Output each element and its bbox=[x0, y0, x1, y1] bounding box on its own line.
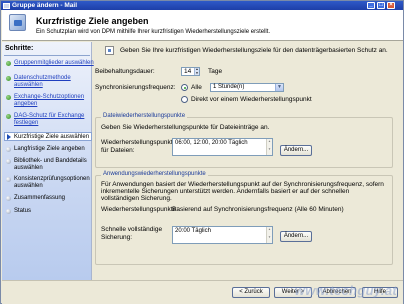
maximize-button[interactable]: □ bbox=[377, 2, 385, 9]
wizard-header: Kurzfristige Ziele angeben Ein Schutzpla… bbox=[2, 10, 403, 41]
step-done-icon bbox=[6, 95, 11, 100]
step-pending-icon bbox=[6, 196, 11, 201]
retention-stepper[interactable]: 14 ▲ ▼ bbox=[181, 67, 200, 76]
app-group-description: Für Anwendungen basiert der Wiederherste… bbox=[101, 181, 384, 202]
app-group-title: Anwendungswiederherstellungspunkte bbox=[101, 171, 208, 177]
watermark: www.techguy.at bbox=[294, 283, 397, 298]
step-pending-icon bbox=[6, 147, 11, 152]
app-recovery-group: Anwendungswiederherstellungspunkte Für A… bbox=[95, 171, 393, 265]
steps-sidebar: Schritte: Gruppenmitglieder auswählen Da… bbox=[2, 42, 94, 280]
spin-arrows-icon[interactable]: ▲ ▼ bbox=[194, 67, 199, 75]
steps-heading: Schritte: bbox=[5, 45, 34, 52]
app-icon bbox=[3, 2, 10, 9]
app-points-label: Wiederherstellungspunkte: bbox=[101, 206, 178, 213]
main-content: Geben Sie Ihre kurzfristigen Wiederherst… bbox=[93, 42, 403, 280]
list-scrollbar[interactable]: ▲ ▼ bbox=[266, 139, 272, 155]
page-subtitle: Ein Schutzplan wird von DPM mithilfe Ihr… bbox=[36, 29, 271, 35]
page-title: Kurzfristige Ziele angeben bbox=[36, 16, 149, 26]
back-button[interactable]: < Zurück bbox=[232, 287, 270, 298]
chevron-down-icon[interactable]: ▼ bbox=[275, 84, 283, 91]
sync-before-radio[interactable] bbox=[181, 96, 188, 103]
step-done-icon bbox=[6, 114, 11, 119]
full-backup-label: Schnelle vollständige Sicherung: bbox=[101, 226, 163, 241]
intro-text: Geben Sie Ihre kurzfristigen Wiederherst… bbox=[120, 47, 388, 54]
step-pending-icon bbox=[6, 209, 11, 214]
full-backup-value: 20:00 Täglich bbox=[175, 228, 211, 234]
disk-info-icon bbox=[105, 46, 114, 55]
retention-label: Beibehaltungsdauer: bbox=[95, 68, 155, 75]
file-group-description: Geben Sie Wiederherstellungspunkte für D… bbox=[101, 124, 270, 131]
file-points-change-button[interactable]: Ändern... bbox=[280, 145, 312, 156]
intro-line: Geben Sie Ihre kurzfristigen Wiederherst… bbox=[105, 46, 388, 55]
sync-every-radio[interactable] bbox=[181, 84, 188, 91]
sync-every-label: Alle bbox=[191, 84, 202, 91]
minimize-button[interactable]: _ bbox=[367, 2, 375, 9]
window-title: Gruppe ändern - Mail bbox=[12, 2, 78, 9]
file-group-title: Dateiwiederherstellungspunkte bbox=[101, 113, 188, 119]
step-kurzfristige-ziele[interactable]: Kurzfristige Ziele auswählen bbox=[4, 132, 92, 141]
file-recovery-group: Dateiwiederherstellungspunkte Geben Sie … bbox=[95, 113, 393, 168]
title-bar: Gruppe ändern - Mail _ □ × bbox=[1, 1, 403, 10]
step-done-icon bbox=[6, 76, 11, 81]
list-scrollbar[interactable]: ▲ ▼ bbox=[266, 227, 272, 243]
sync-interval-select[interactable]: 1 Stunde(n) ▼ bbox=[210, 83, 284, 92]
wizard-window: Gruppe ändern - Mail _ □ × Kurzfristige … bbox=[0, 0, 404, 304]
file-points-value: 06:00, 12:00, 20:00 Täglich bbox=[175, 140, 248, 146]
retention-value: 14 bbox=[184, 68, 192, 75]
sync-label: Synchronisierungsfrequenz: bbox=[95, 84, 176, 91]
sync-interval-value: 1 Stunde(n) bbox=[213, 84, 245, 90]
retention-unit: Tage bbox=[208, 68, 223, 75]
file-points-label: Wiederherstellungspunkte für Dateien: bbox=[101, 139, 177, 154]
full-backup-change-button[interactable]: Ändern... bbox=[280, 231, 312, 242]
step-pending-icon bbox=[6, 177, 11, 182]
close-button[interactable]: × bbox=[387, 2, 395, 9]
file-points-list[interactable]: 06:00, 12:00, 20:00 Täglich ▲ ▼ bbox=[172, 138, 273, 156]
protection-group-icon bbox=[9, 14, 26, 31]
steps-divider bbox=[4, 55, 90, 56]
app-points-value: Basierend auf Synchronisierungsfrequenz … bbox=[172, 206, 344, 213]
step-done-icon bbox=[6, 61, 11, 66]
full-backup-list[interactable]: 20:00 Täglich ▲ ▼ bbox=[172, 226, 273, 244]
current-step-arrow-icon bbox=[7, 134, 11, 140]
step-pending-icon bbox=[6, 159, 11, 164]
sync-before-label: Direkt vor einem Wiederherstellungspunkt bbox=[191, 96, 312, 103]
